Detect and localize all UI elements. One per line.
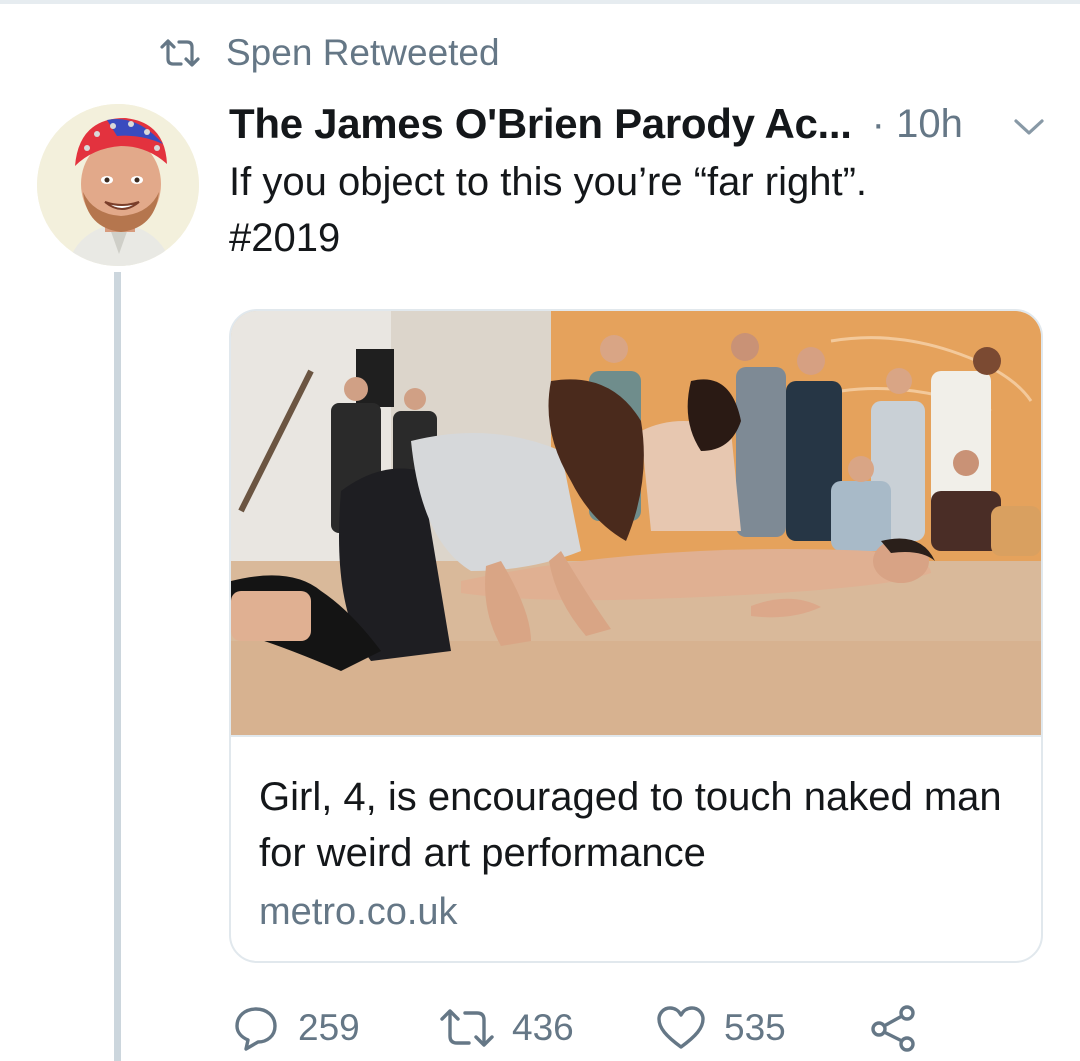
heart-icon: [656, 1005, 706, 1051]
retweet-count: 436: [512, 1007, 574, 1048]
share-button[interactable]: [868, 1000, 918, 1056]
tweet-header: The James O'Brien Parody Ac... · 10h: [229, 96, 1049, 152]
retweet-icon: [160, 39, 200, 67]
chevron-down-icon[interactable]: [1012, 116, 1046, 138]
share-icon: [868, 1003, 918, 1053]
like-button[interactable]: 535: [656, 1000, 786, 1056]
retweet-context[interactable]: Spen Retweeted: [160, 30, 500, 76]
like-count: 535: [724, 1007, 786, 1048]
retweet-context-label: Spen Retweeted: [226, 32, 500, 73]
tweet-text-line: If you object to this you’re “far right”…: [229, 160, 868, 204]
card-title[interactable]: Girl, 4, is encouraged to touch naked ma…: [259, 769, 1019, 881]
tweet-timestamp[interactable]: · 10h: [872, 102, 963, 147]
article-photo[interactable]: [231, 311, 1041, 737]
top-divider: [0, 0, 1080, 4]
reply-icon: [232, 1004, 280, 1052]
thread-line: [114, 272, 121, 1061]
retweet-icon: [440, 1008, 494, 1048]
tweet-actions: 259 436 535: [232, 1000, 1052, 1056]
reply-button[interactable]: 259: [232, 1000, 360, 1056]
avatar[interactable]: [37, 104, 199, 266]
link-card[interactable]: Girl, 4, is encouraged to touch naked ma…: [229, 309, 1043, 963]
card-domain[interactable]: metro.co.uk: [259, 891, 458, 934]
hashtag[interactable]: #2019: [229, 210, 1049, 266]
retweet-button[interactable]: 436: [440, 1000, 574, 1056]
author-name[interactable]: The James O'Brien Parody Ac...: [229, 100, 852, 148]
reply-count: 259: [298, 1007, 360, 1048]
tweet-text: If you object to this you’re “far right”…: [229, 154, 1049, 266]
